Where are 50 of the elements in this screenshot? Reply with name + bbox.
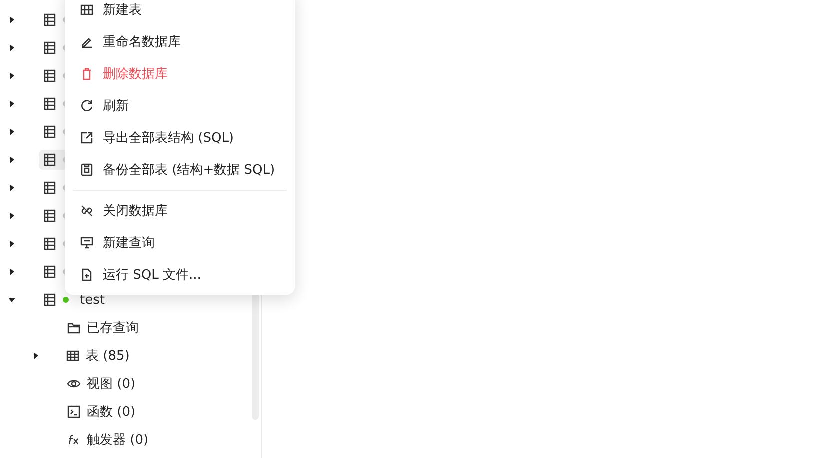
save-icon xyxy=(80,163,94,177)
tree-item-label[interactable]: 表 (85) xyxy=(86,347,130,365)
database-icon xyxy=(43,293,57,307)
menu-item[interactable]: 导出全部表结构 (SQL) xyxy=(65,122,295,154)
database-icon xyxy=(43,125,57,139)
database-icon xyxy=(43,69,57,83)
database-icon xyxy=(43,209,57,223)
table-icon xyxy=(80,3,94,17)
database-icon xyxy=(43,265,57,279)
menu-item[interactable]: 删除数据库 xyxy=(65,58,295,90)
terminal-icon xyxy=(67,405,81,419)
database-icon xyxy=(43,41,57,55)
database-icon xyxy=(43,97,57,111)
trash-icon xyxy=(80,67,94,81)
caret-icon[interactable] xyxy=(8,268,16,276)
menu-item[interactable]: 关闭数据库 xyxy=(65,195,295,227)
database-name[interactable]: test xyxy=(80,292,105,308)
menu-item[interactable]: 运行 SQL 文件... xyxy=(65,259,295,291)
tree-item-label[interactable]: 视图 (0) xyxy=(87,375,136,393)
table-icon xyxy=(66,349,80,363)
caret-icon[interactable] xyxy=(8,16,16,24)
file-icon xyxy=(80,268,94,282)
tree-item-label[interactable]: 函数 (0) xyxy=(87,403,136,421)
fx-icon xyxy=(67,433,81,447)
menu-item[interactable]: 刷新 xyxy=(65,90,295,122)
caret-icon[interactable] xyxy=(8,128,16,136)
menu-item[interactable]: 新建查询 xyxy=(65,227,295,259)
database-icon xyxy=(43,153,57,167)
caret-icon[interactable] xyxy=(8,240,16,248)
menu-item[interactable]: 备份全部表 (结构+数据 SQL) xyxy=(65,154,295,186)
caret-icon[interactable] xyxy=(8,296,16,304)
refresh-icon xyxy=(80,99,94,113)
menu-item[interactable]: 新建表 xyxy=(65,0,295,26)
folder-icon xyxy=(67,321,81,335)
database-icon xyxy=(43,13,57,27)
caret-icon[interactable] xyxy=(8,100,16,108)
menu-item[interactable]: 重命名数据库 xyxy=(65,26,295,58)
caret-icon[interactable] xyxy=(8,184,16,192)
tree-item-label[interactable]: 触发器 (0) xyxy=(87,431,149,449)
caret-icon[interactable] xyxy=(8,72,16,80)
database-icon xyxy=(43,181,57,195)
tree-item-label[interactable]: 已存查询 xyxy=(87,319,139,337)
export-icon xyxy=(80,131,94,145)
monitor-icon xyxy=(80,236,94,250)
caret-icon[interactable] xyxy=(8,44,16,52)
unlink-icon xyxy=(80,204,94,218)
database-icon xyxy=(43,237,57,251)
caret-icon[interactable] xyxy=(32,352,40,360)
caret-icon[interactable] xyxy=(8,212,16,220)
caret-icon[interactable] xyxy=(8,156,16,164)
